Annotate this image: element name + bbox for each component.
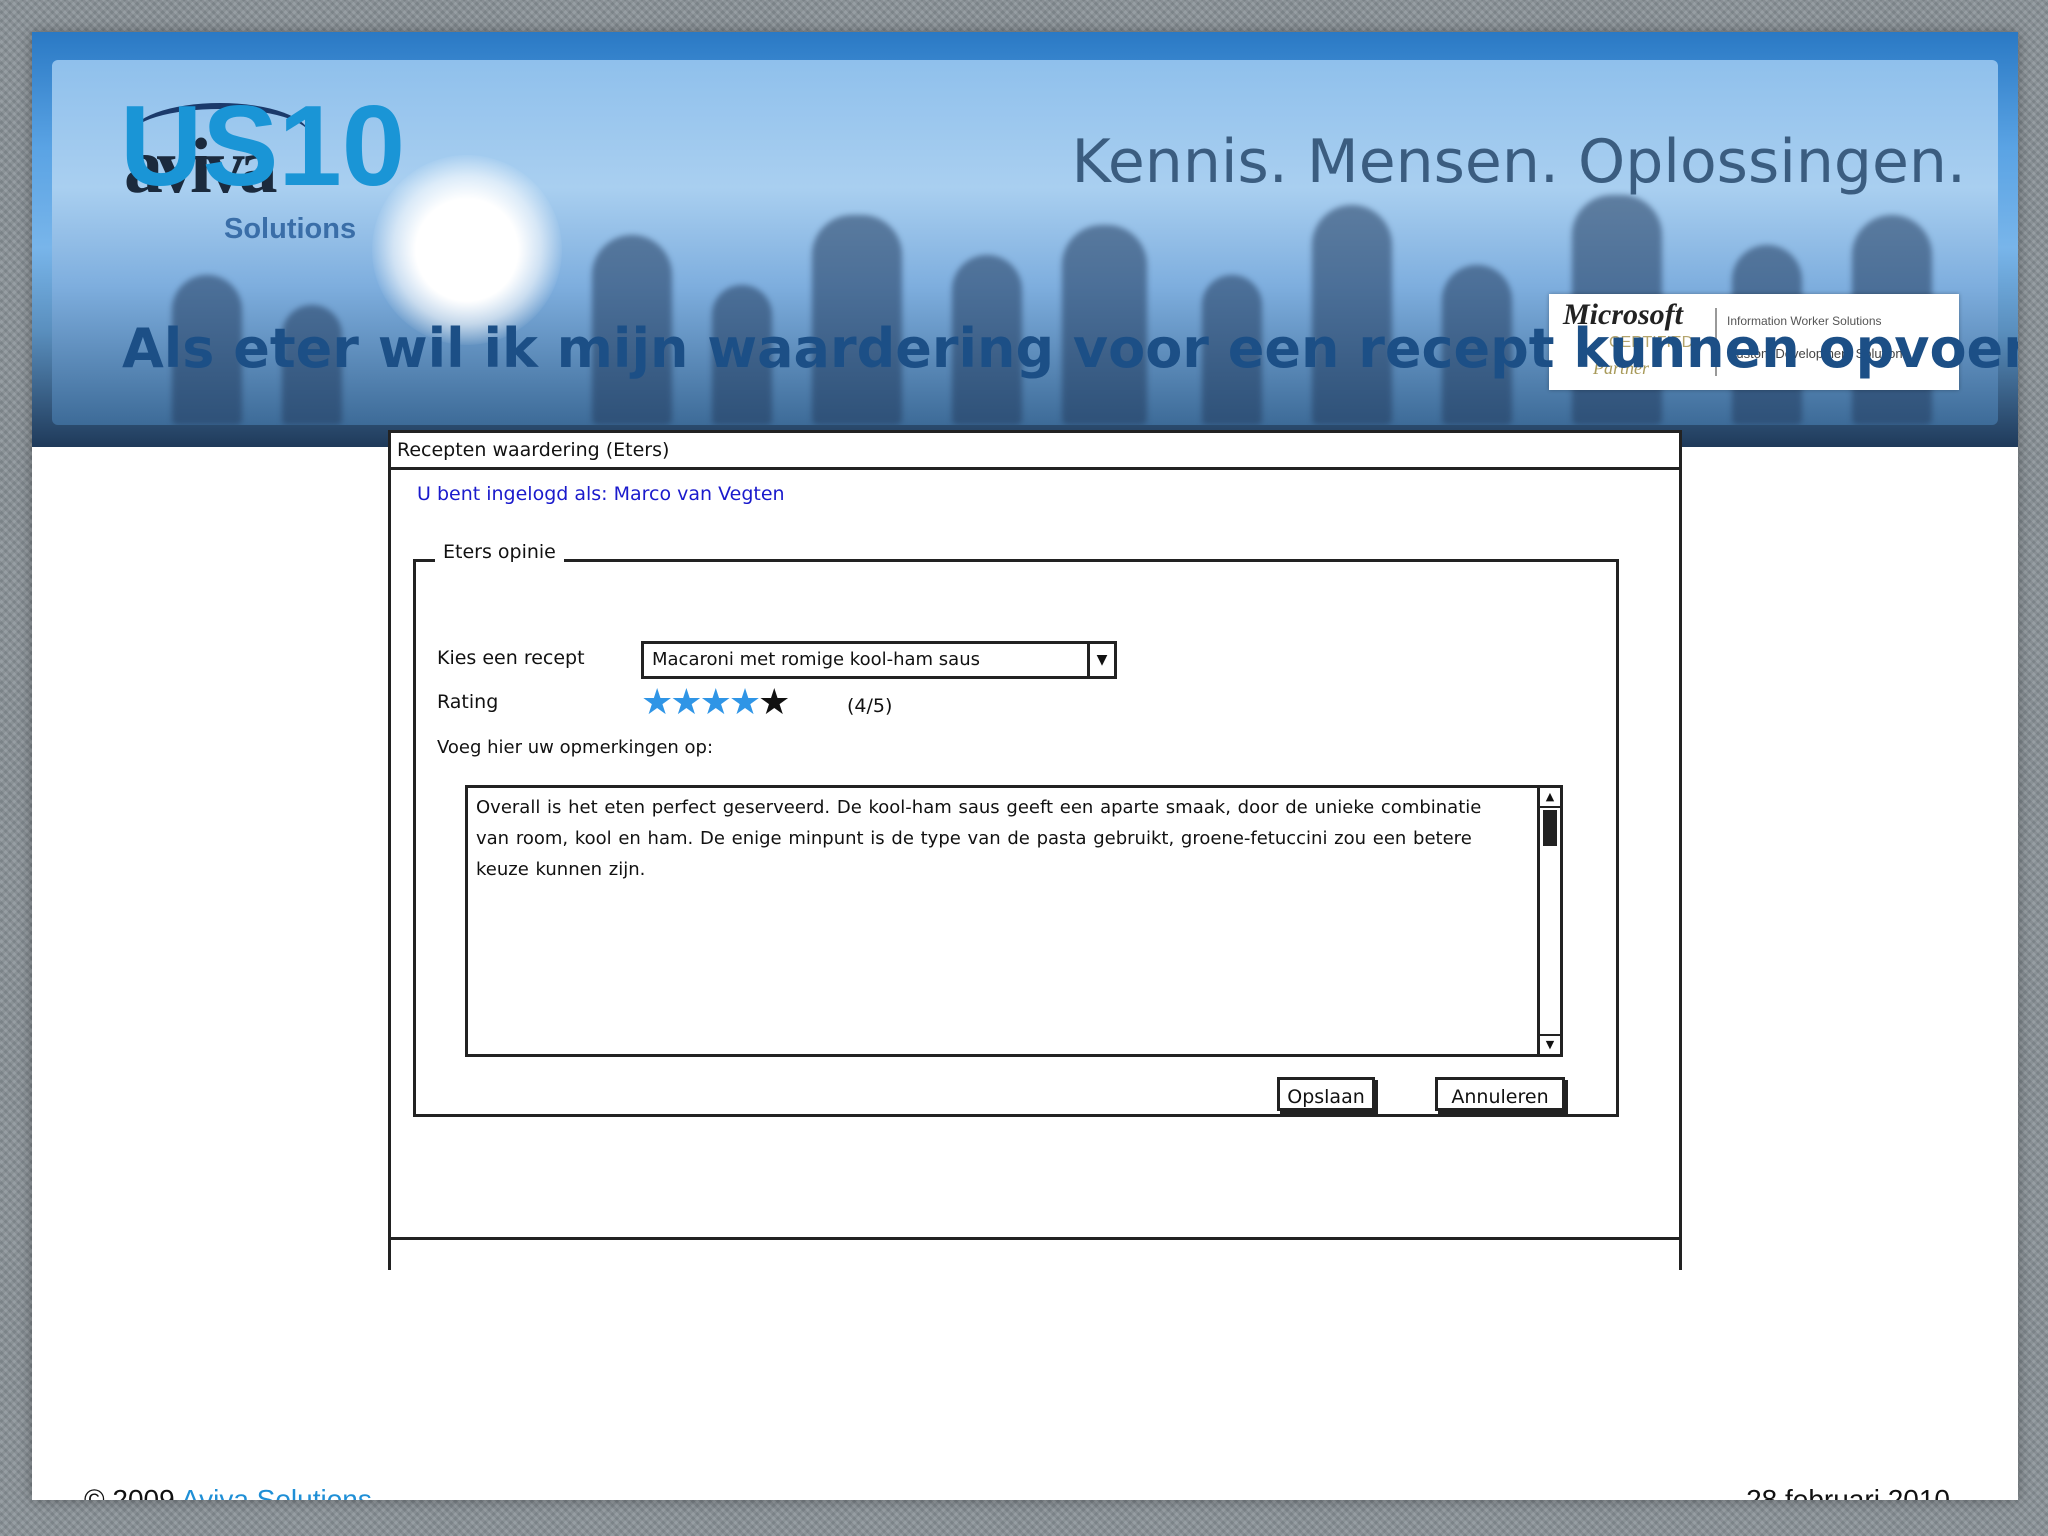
logo-subtitle: Solutions xyxy=(224,213,357,245)
window-title: Recepten waardering (Eters) xyxy=(397,439,670,461)
footer-date: 28 februari 2010 xyxy=(1746,1484,1950,1500)
comments-text: Overall is het eten perfect geserveerd. … xyxy=(476,797,1482,880)
rating-count: (4/5) xyxy=(847,695,893,717)
rating-stars[interactable]: ★★★★★ xyxy=(641,685,790,721)
recipe-label: Kies een recept xyxy=(437,647,585,669)
recipe-dropdown[interactable]: Macaroni met romige kool-ham saus ▼ xyxy=(641,641,1117,679)
rating-label: Rating xyxy=(437,691,499,713)
save-button[interactable]: Opslaan xyxy=(1277,1077,1375,1111)
user-story-subtitle: Als eter wil ik mijn waardering voor een… xyxy=(122,317,2018,380)
scroll-thumb[interactable] xyxy=(1543,810,1557,846)
scroll-up-icon[interactable]: ▲ xyxy=(1540,788,1560,808)
wireframe-window: Recepten waardering (Eters) U bent ingel… xyxy=(388,430,1682,1270)
group-title: Eters opinie xyxy=(435,541,564,563)
tagline: Kennis. Mensen. Oplossingen. xyxy=(1071,127,1966,197)
logged-in-user[interactable]: U bent ingelogd als: Marco van Vegten xyxy=(417,483,785,505)
scroll-down-icon[interactable]: ▼ xyxy=(1540,1034,1560,1054)
star-icon-5[interactable]: ★ xyxy=(758,685,790,721)
window-frame: Recepten waardering (Eters) U bent ingel… xyxy=(388,430,1682,1270)
slide-title: US10 xyxy=(120,83,406,210)
slide: aviva Solutions US10 Kennis. Mensen. Opl… xyxy=(32,32,2018,1500)
copyright-prefix: © 2009 xyxy=(84,1484,175,1500)
window-titlebar: Recepten waardering (Eters) xyxy=(391,433,1679,470)
window-statusbar xyxy=(391,1237,1679,1270)
vertical-scrollbar[interactable]: ▲ ▼ xyxy=(1537,788,1560,1054)
footer-brand-link[interactable]: Aviva Solutions xyxy=(181,1484,372,1500)
header-banner: aviva Solutions US10 Kennis. Mensen. Opl… xyxy=(32,32,2018,447)
recipe-selected-value: Macaroni met romige kool-ham saus xyxy=(652,649,980,670)
chevron-down-icon[interactable]: ▼ xyxy=(1087,644,1114,676)
comments-label: Voeg hier uw opmerkingen op: xyxy=(437,737,714,758)
star-icon-2[interactable]: ★ xyxy=(670,685,702,721)
cancel-button[interactable]: Annuleren xyxy=(1435,1077,1565,1111)
star-icon-4[interactable]: ★ xyxy=(729,685,761,721)
footer-copyright: © 2009 Aviva Solutions xyxy=(84,1484,372,1500)
comments-textarea[interactable]: Overall is het eten perfect geserveerd. … xyxy=(465,785,1563,1057)
star-icon-3[interactable]: ★ xyxy=(700,685,732,721)
star-icon-1[interactable]: ★ xyxy=(641,685,673,721)
